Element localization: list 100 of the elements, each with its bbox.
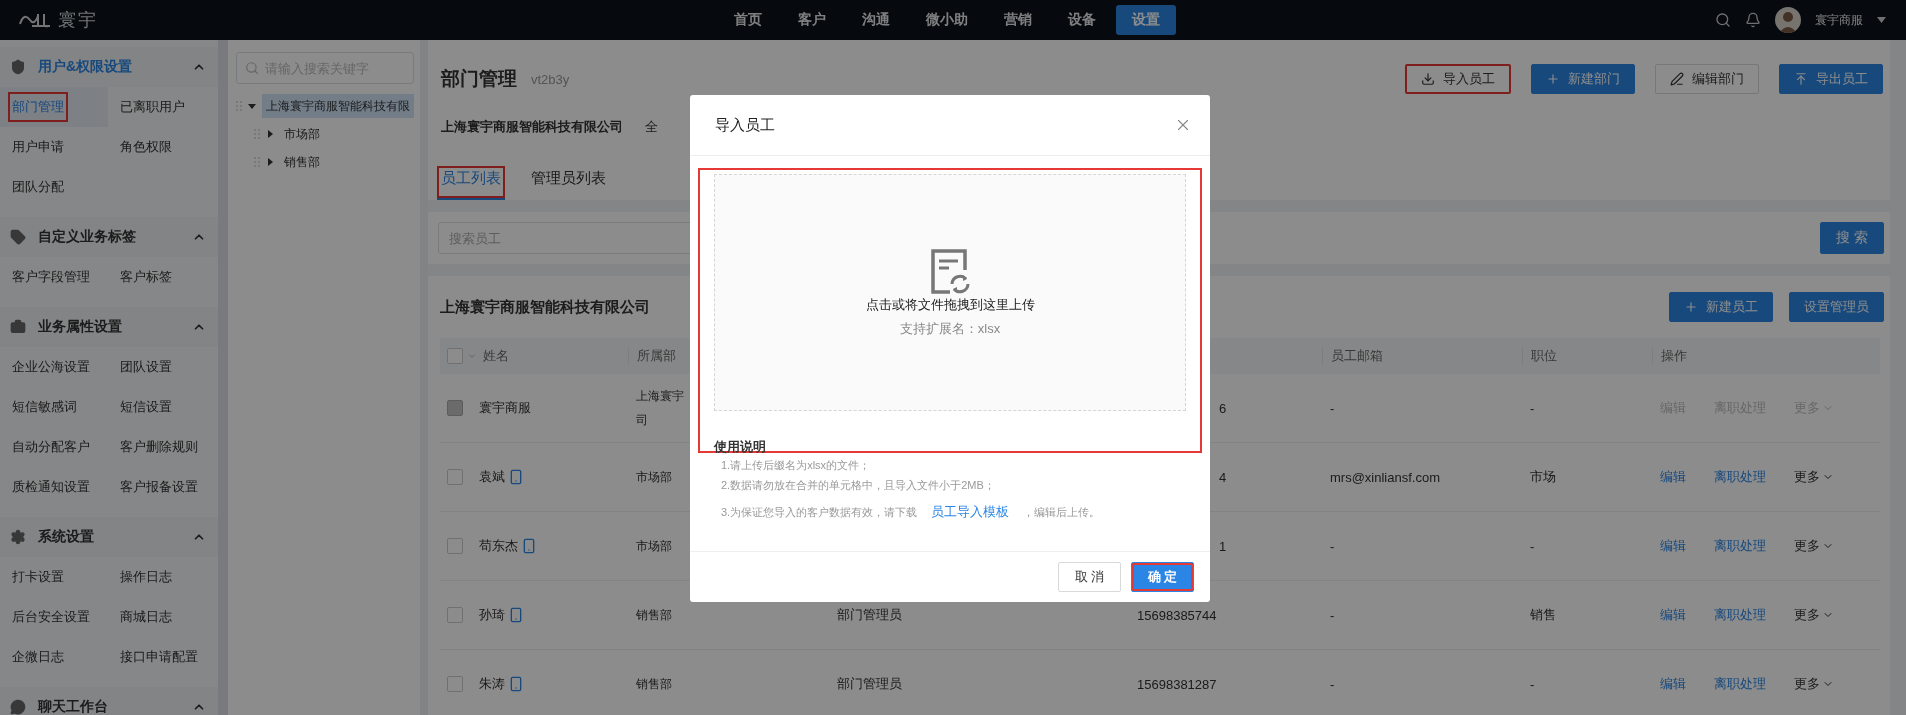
sidebar-item[interactable]: 已离职用户	[108, 87, 218, 127]
caret-icon[interactable]	[266, 158, 274, 166]
sidebar-item[interactable]: 打卡设置	[0, 557, 108, 597]
sidebar-item[interactable]: 企微日志	[0, 637, 108, 677]
table-cell: -	[1330, 607, 1335, 623]
search-icon	[245, 61, 259, 75]
template-link[interactable]: 员工导入模板	[931, 504, 1010, 519]
sidebar-item[interactable]: 接口申请配置	[108, 637, 218, 677]
sidebar-item[interactable]: 商城日志	[108, 597, 218, 637]
instruction-line: 1.请上传后缀名为xlsx的文件；	[721, 458, 872, 473]
action-button[interactable]: 新建员工	[1669, 292, 1773, 322]
section-title: 用户&权限设置	[38, 58, 134, 76]
action-button[interactable]: 设置管理员	[1789, 292, 1884, 322]
sidebar-item[interactable]: 短信设置	[108, 387, 218, 427]
nav-item[interactable]: 首页	[717, 5, 778, 35]
action-button[interactable]: 新建部门	[1531, 64, 1635, 94]
caret-icon[interactable]	[266, 130, 274, 138]
sidebar-item[interactable]: 企业公海设置	[0, 347, 108, 387]
caret-icon[interactable]	[1877, 17, 1886, 23]
table-cell: 部门管理员	[837, 675, 902, 693]
shield-icon	[10, 59, 26, 75]
instruction-line: 3.为保证您导入的客户数据有效，请下载 员工导入模板 ，编辑后上传。	[721, 503, 1102, 521]
plus-icon	[1684, 300, 1698, 314]
tree-node[interactable]: 上海寰宇商服智能科技有限	[262, 94, 414, 118]
table-cell: -	[1330, 538, 1335, 554]
tab[interactable]: 管理员列表	[527, 166, 610, 200]
column-header: 员工邮箱	[1322, 347, 1522, 365]
more-link[interactable]: 更多	[1794, 537, 1834, 555]
pen-icon	[1670, 72, 1684, 86]
action-link[interactable]: 离职处理	[1714, 468, 1766, 486]
tag-icon	[10, 229, 26, 245]
upload-icon	[1794, 72, 1808, 86]
column-header: 操作	[1652, 347, 1880, 365]
confirm-button[interactable]: 确 定	[1131, 562, 1194, 592]
table-cell-text: 市场部	[636, 469, 672, 486]
sidebar-item[interactable]: 角色权限	[108, 127, 218, 167]
sidebar-item[interactable]: 客户标签	[108, 257, 218, 297]
nav-item[interactable]: 客户	[781, 5, 842, 35]
table-cell-text: 销售部	[636, 607, 672, 624]
checkbox[interactable]	[447, 676, 463, 692]
action-button[interactable]: 导出员工	[1779, 64, 1883, 94]
bell-icon[interactable]	[1745, 12, 1761, 28]
checkbox[interactable]	[447, 607, 463, 623]
more-link[interactable]: 更多	[1794, 675, 1834, 693]
checkbox[interactable]	[447, 538, 463, 554]
caret-icon[interactable]	[248, 102, 256, 110]
column-header: 职位	[1522, 347, 1652, 365]
nav-item[interactable]: 沟通	[845, 5, 906, 35]
section-title: 自定义业务标签	[38, 228, 137, 246]
search-button[interactable]: 搜 索	[1820, 222, 1884, 254]
sidebar-item[interactable]: 操作日志	[108, 557, 218, 597]
sidebar-item[interactable]: 团队设置	[108, 347, 218, 387]
instruction-line: 2.数据请勿放在合并的单元格中，且导入文件小于2MB；	[721, 478, 996, 493]
upload-text: 点击或将文件拖拽到这里上传	[865, 295, 1035, 314]
action-button[interactable]: 编辑部门	[1655, 64, 1759, 94]
sidebar-item[interactable]: 自动分配客户	[0, 427, 108, 467]
nav-item[interactable]: 微小助	[909, 5, 984, 35]
checkbox[interactable]	[447, 469, 463, 485]
page-title: 部门管理	[441, 67, 517, 91]
more-link[interactable]: 更多	[1794, 606, 1834, 624]
sidebar-item[interactable]: 客户字段管理	[0, 257, 108, 297]
column-header: 姓名	[482, 347, 509, 365]
upload-dropzone[interactable]: 点击或将文件拖拽到这里上传 支持扩展名：xlsx	[714, 174, 1186, 411]
sidebar-item[interactable]: 客户报备设置	[108, 467, 218, 507]
more-link[interactable]: 更多	[1794, 468, 1834, 486]
action-link[interactable]: 编辑	[1660, 537, 1686, 555]
nav-item[interactable]: 设备	[1051, 5, 1112, 35]
nav-item[interactable]: 设置	[1115, 5, 1176, 35]
plus-icon	[1546, 72, 1560, 86]
action-link[interactable]: 编辑	[1660, 675, 1686, 693]
sidebar-item[interactable]: 客户删除规则	[108, 427, 218, 467]
user-name[interactable]: 寰宇商服	[1815, 11, 1863, 29]
tab[interactable]: 员工列表	[437, 166, 505, 200]
table-cell: 孙琦	[479, 606, 505, 624]
page-code: vt2b3y	[531, 71, 570, 87]
table-cell-text: 销售部	[636, 676, 672, 693]
avatar[interactable]	[1775, 7, 1801, 33]
sidebar-item[interactable]: 质检通知设置	[0, 467, 108, 507]
cancel-button[interactable]: 取 消	[1058, 562, 1121, 592]
action-button[interactable]: 导入员工	[1405, 64, 1511, 94]
search-icon[interactable]	[1715, 12, 1731, 28]
table-cell-text: 市场部	[636, 538, 672, 555]
table-cell: -	[1330, 400, 1335, 416]
action-link[interactable]: 编辑	[1660, 606, 1686, 624]
checkbox[interactable]	[447, 348, 463, 364]
action-link[interactable]: 编辑	[1660, 468, 1686, 486]
sidebar-item[interactable]: 用户申请	[0, 127, 108, 167]
table-cell: 袁斌	[479, 468, 505, 486]
table-cell: 15698381287	[1137, 676, 1217, 692]
table-cell: -	[1530, 538, 1535, 554]
nav-item[interactable]: 营销	[987, 5, 1048, 35]
sidebar-item[interactable]: 后台安全设置	[0, 597, 108, 637]
action-link[interactable]: 离职处理	[1714, 675, 1766, 693]
tree-node[interactable]: 市场部	[280, 122, 324, 146]
table-cell: 4	[1219, 469, 1227, 485]
action-link[interactable]: 离职处理	[1714, 606, 1766, 624]
tree-node[interactable]: 销售部	[280, 150, 324, 174]
action-link[interactable]: 离职处理	[1714, 537, 1766, 555]
sidebar-item[interactable]: 团队分配	[0, 167, 108, 207]
sidebar-item[interactable]: 短信敏感词	[0, 387, 108, 427]
